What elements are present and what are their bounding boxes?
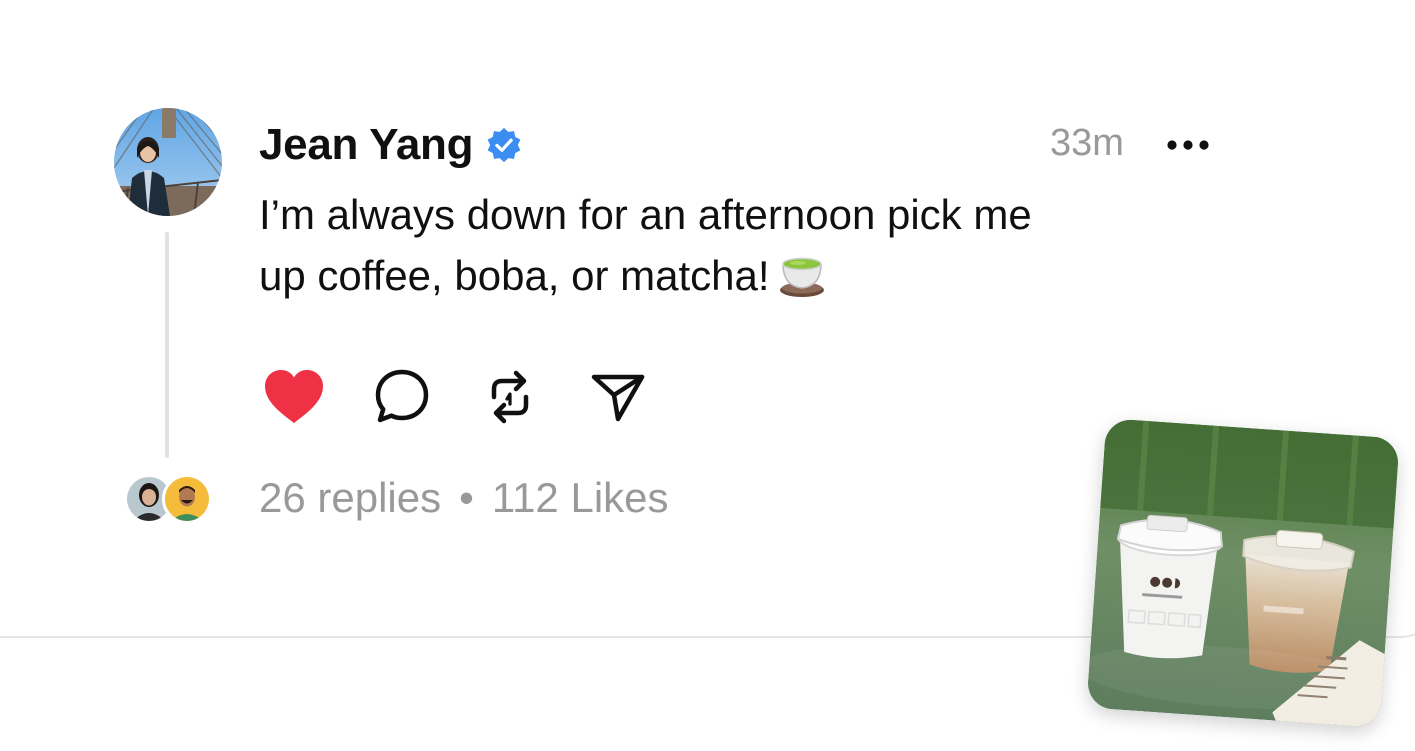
repost-icon	[491, 370, 529, 424]
likes-count[interactable]: 112 Likes	[492, 474, 669, 522]
heart-icon	[265, 370, 323, 423]
like-button[interactable]	[259, 362, 329, 432]
comment-icon	[375, 369, 429, 423]
page: Jean Yang 33m I’m always down for an aft…	[0, 0, 1415, 751]
avatar-photo	[165, 477, 209, 521]
post-body: I’m always down for an afternoon pick me…	[259, 184, 1249, 306]
post-text-line-2: up coffee, boba, or matcha!	[259, 252, 770, 299]
post-stats: 26 replies • 112 Likes	[259, 474, 669, 522]
share-button[interactable]	[583, 362, 653, 432]
more-options-button[interactable]	[1163, 132, 1213, 158]
repost-button[interactable]	[475, 362, 545, 432]
replies-count[interactable]: 26 replies	[259, 474, 441, 522]
replier-avatar	[162, 474, 212, 524]
replier-avatars[interactable]	[124, 474, 216, 524]
post-timestamp: 33m	[1050, 122, 1124, 164]
ellipsis-icon	[1167, 140, 1209, 150]
teacup-emoji-icon	[779, 257, 824, 297]
avatar-photo	[114, 108, 222, 216]
verified-badge-icon	[487, 127, 521, 163]
coffee-cups-image	[1086, 418, 1400, 728]
reply-button[interactable]	[367, 362, 437, 432]
author-avatar[interactable]	[114, 108, 222, 216]
attached-photo[interactable]	[1086, 418, 1400, 728]
thread-line	[165, 232, 169, 458]
author-row: Jean Yang	[259, 118, 523, 172]
stats-separator: •	[459, 474, 474, 521]
send-icon	[591, 374, 645, 422]
author-name[interactable]: Jean Yang	[259, 120, 473, 170]
post-text-line-1: I’m always down for an afternoon pick me	[259, 191, 1032, 238]
